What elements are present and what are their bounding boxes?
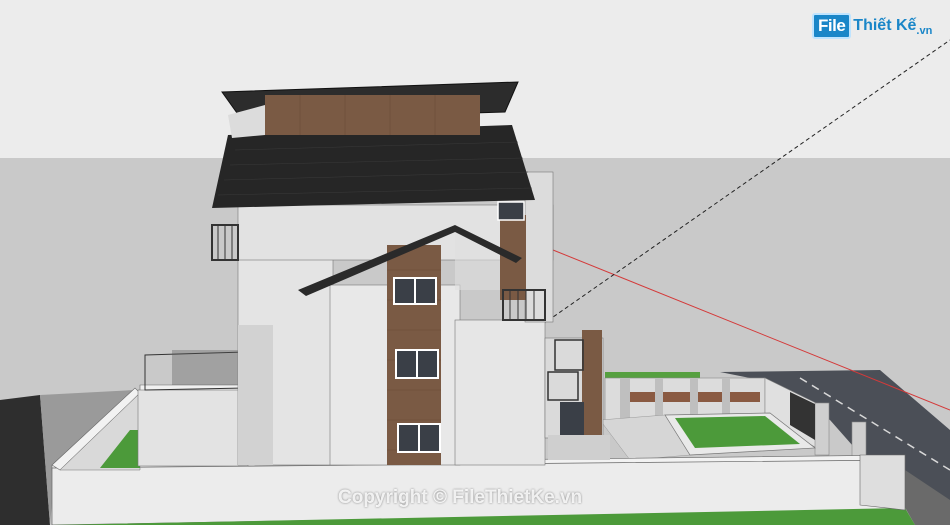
house-wall-shadow [238, 325, 273, 465]
logo-box: File [812, 13, 852, 39]
logo-text: Thiết Kế [853, 17, 917, 34]
annex-wall [137, 389, 249, 467]
copyright-watermark: Copyright © FileThietKe.vn [338, 487, 583, 508]
filethietke-logo: File Thiết Kế .vn [812, 12, 932, 40]
window-upper-right [497, 201, 525, 221]
house-wall-right [454, 319, 546, 466]
sketchup-house-scene [0, 0, 950, 525]
logo-tld: .vn [916, 25, 933, 37]
clerestory-wood [265, 95, 480, 135]
right-end-wall [859, 454, 906, 511]
entrance-door [560, 402, 584, 438]
main-roof [212, 125, 535, 208]
